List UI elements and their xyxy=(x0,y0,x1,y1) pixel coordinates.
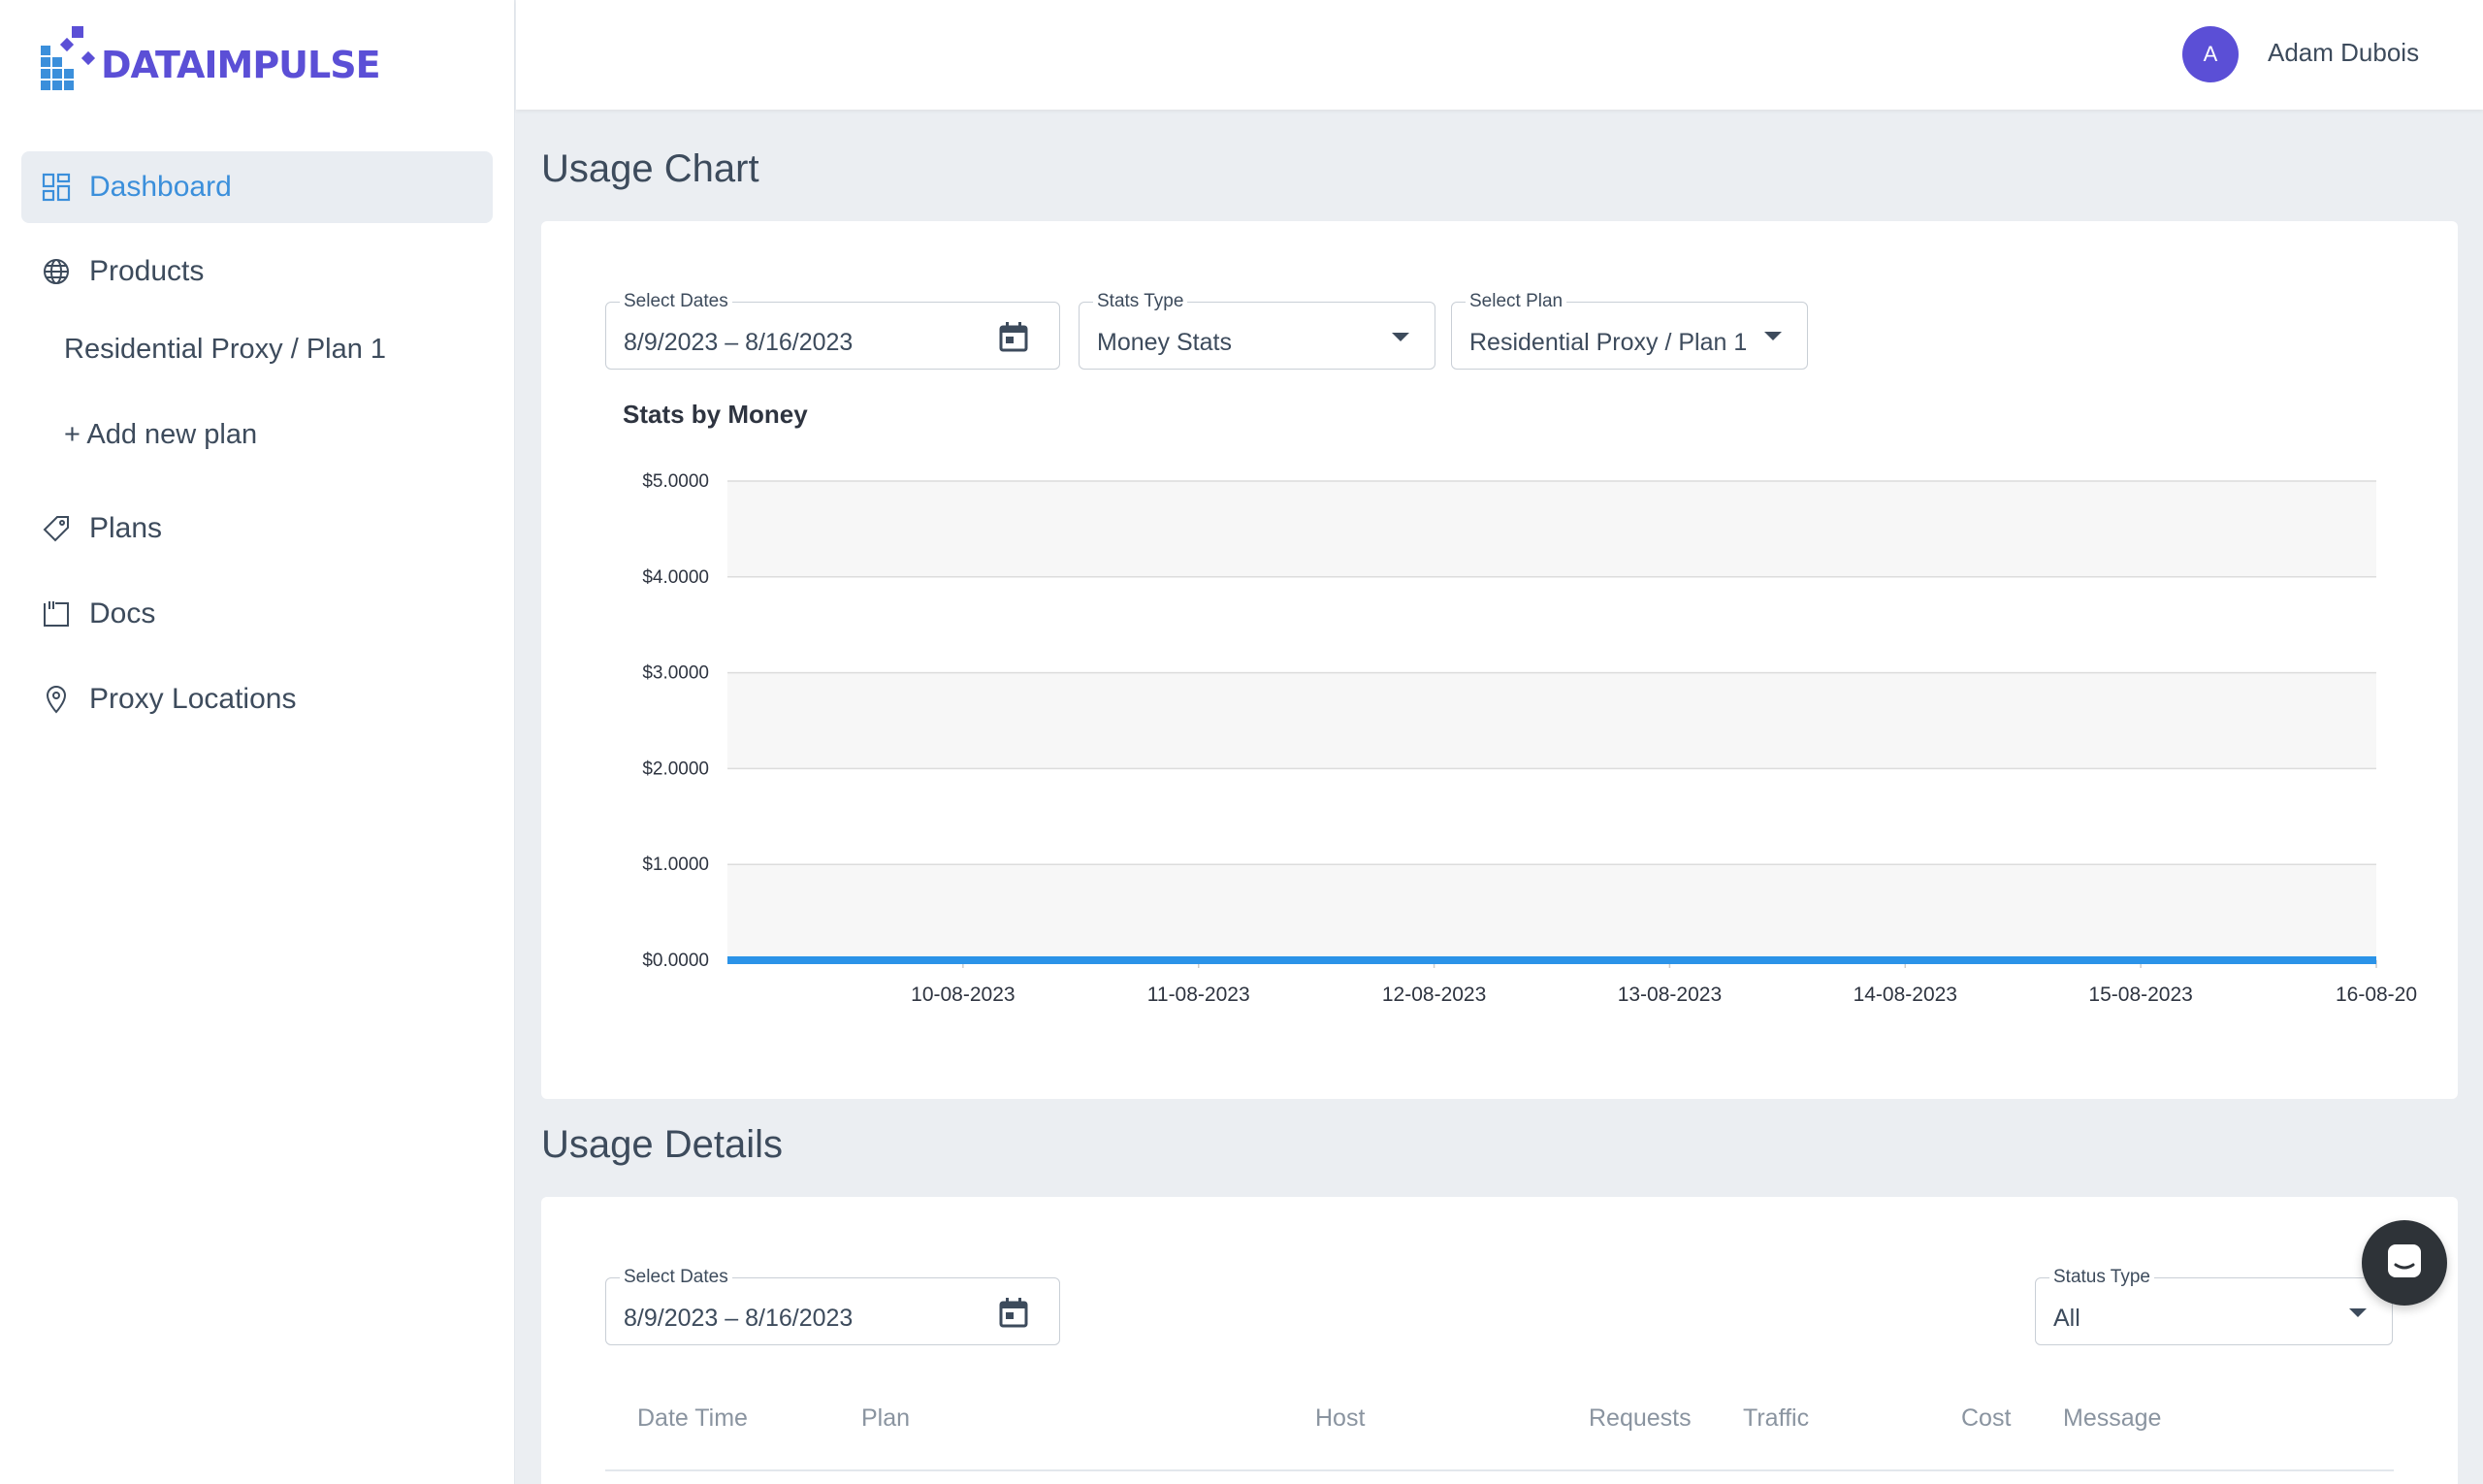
field-label: Select Plan xyxy=(1466,291,1567,312)
chevron-down-icon xyxy=(2349,1308,2367,1317)
chart-y-tick-label: $0.0000 xyxy=(642,951,709,971)
calendar-icon[interactable] xyxy=(997,1296,1030,1329)
column-header-traffic[interactable]: Traffic xyxy=(1743,1404,1809,1433)
avatar[interactable]: A xyxy=(2182,26,2239,82)
column-header-message[interactable]: Message xyxy=(2063,1404,2161,1433)
chart-y-tick-label: $1.0000 xyxy=(642,855,709,875)
field-value: 8/9/2023 – 8/16/2023 xyxy=(624,1305,854,1332)
column-header-requests[interactable]: Requests xyxy=(1589,1404,1692,1433)
field-value: All xyxy=(2053,1305,2080,1332)
chart-band xyxy=(727,768,2376,865)
stats-type-select[interactable]: Stats Type Money Stats xyxy=(1079,291,1435,370)
field-label: Stats Type xyxy=(1093,291,1188,312)
chart-band xyxy=(727,576,2376,673)
chart-y-tick-label: $3.0000 xyxy=(642,663,709,684)
field-label: Status Type xyxy=(2049,1267,2154,1288)
logo-mark-icon xyxy=(41,26,96,90)
chart-y-ticks: $5.0000 $4.0000 $3.0000 $2.0000 $1.0000 $0.00… xyxy=(642,471,709,971)
column-header-cost[interactable]: Cost xyxy=(1961,1404,2011,1433)
chevron-down-icon xyxy=(1392,333,1409,341)
chart-x-tick-label: 15-08-2023 xyxy=(2088,984,2192,1006)
column-header-plan[interactable]: Plan xyxy=(861,1404,910,1433)
sidebar-item-label: Proxy Locations xyxy=(89,683,297,715)
sidebar-item-label: Dashboard xyxy=(89,171,232,203)
usage-chart-title: Usage Chart xyxy=(541,147,759,190)
chart-band xyxy=(727,864,2376,960)
chart-y-tick-label: $5.0000 xyxy=(642,471,709,492)
chat-icon xyxy=(2385,1242,2424,1285)
chevron-down-icon xyxy=(1764,332,1782,340)
field-label: Select Dates xyxy=(620,1267,732,1288)
money-stats-chart: $5.0000 $4.0000 $3.0000 $2.0000 $1.0000 $0.00… xyxy=(642,471,2417,1006)
sidebar-item-dashboard[interactable]: Dashboard xyxy=(21,151,493,223)
chart-x-tick-label: 13-08-2023 xyxy=(1618,984,1722,1006)
chart-title: Stats by Money xyxy=(623,400,808,429)
brand-name: DATAIMPULSE xyxy=(101,44,381,86)
location-pin-icon xyxy=(41,684,72,715)
sidebar-item-plans[interactable]: Plans xyxy=(21,493,493,565)
table-header-divider xyxy=(605,1469,2394,1471)
globe-icon xyxy=(41,256,72,287)
column-header-host[interactable]: Host xyxy=(1315,1404,1365,1433)
field-value: 8/9/2023 – 8/16/2023 xyxy=(624,329,854,356)
chart-x-tick-label: 14-08-2023 xyxy=(1854,984,1957,1006)
chart-bands xyxy=(727,481,2376,960)
sidebar-item-label: Docs xyxy=(89,597,156,629)
chart-y-tick-label: $2.0000 xyxy=(642,758,709,779)
sidebar-item-products[interactable]: Products xyxy=(21,236,493,307)
chart-band xyxy=(727,672,2376,769)
field-value: Money Stats xyxy=(1097,329,1232,356)
column-header-date-time[interactable]: Date Time xyxy=(637,1404,748,1433)
chart-y-tick-label: $4.0000 xyxy=(642,567,709,588)
chat-launcher-button[interactable] xyxy=(2362,1220,2447,1306)
docs-icon xyxy=(41,598,72,629)
brand-logo[interactable]: DATAIMPULSE xyxy=(41,25,381,93)
field-value: Residential Proxy / Plan 1 xyxy=(1469,329,1748,356)
dashboard-icon xyxy=(41,172,72,203)
add-new-plan-link[interactable]: + Add new plan xyxy=(64,419,257,451)
chart-x-tick-label: 16-08-20 xyxy=(2336,984,2417,1006)
chart-x-ticks: 10-08-2023 11-08-2023 12-08-2023 13-08-2023… xyxy=(911,960,2417,1006)
field-label: Select Dates xyxy=(620,291,732,312)
usage-details-title: Usage Details xyxy=(541,1123,784,1166)
chart-x-tick-label: 12-08-2023 xyxy=(1382,984,1486,1006)
sidebar-item-docs[interactable]: Docs xyxy=(21,578,493,650)
sidebar-subitem-plan[interactable]: Residential Proxy / Plan 1 xyxy=(64,334,386,366)
sidebar-item-proxy-locations[interactable]: Proxy Locations xyxy=(21,663,493,735)
details-date-range-field[interactable]: Select Dates 8/9/2023 – 8/16/2023 xyxy=(605,1267,1060,1345)
sidebar-item-label: Plans xyxy=(89,512,163,544)
sidebar: DATAIMPULSE Dashboard Products Residenti… xyxy=(0,0,515,1484)
status-type-select[interactable]: Status Type All xyxy=(2035,1267,2393,1345)
chart-band xyxy=(727,481,2376,577)
select-plan-select[interactable]: Select Plan Residential Proxy / Plan 1 xyxy=(1451,291,1808,370)
tag-icon xyxy=(41,513,72,544)
sidebar-item-label: Products xyxy=(89,255,205,287)
calendar-icon[interactable] xyxy=(997,320,1030,353)
chart-x-tick-label: 11-08-2023 xyxy=(1147,984,1250,1006)
user-name[interactable]: Adam Dubois xyxy=(2268,38,2419,68)
chart-x-tick-label: 10-08-2023 xyxy=(911,984,1015,1006)
chart-date-range-field[interactable]: Select Dates 8/9/2023 – 8/16/2023 xyxy=(605,291,1060,370)
